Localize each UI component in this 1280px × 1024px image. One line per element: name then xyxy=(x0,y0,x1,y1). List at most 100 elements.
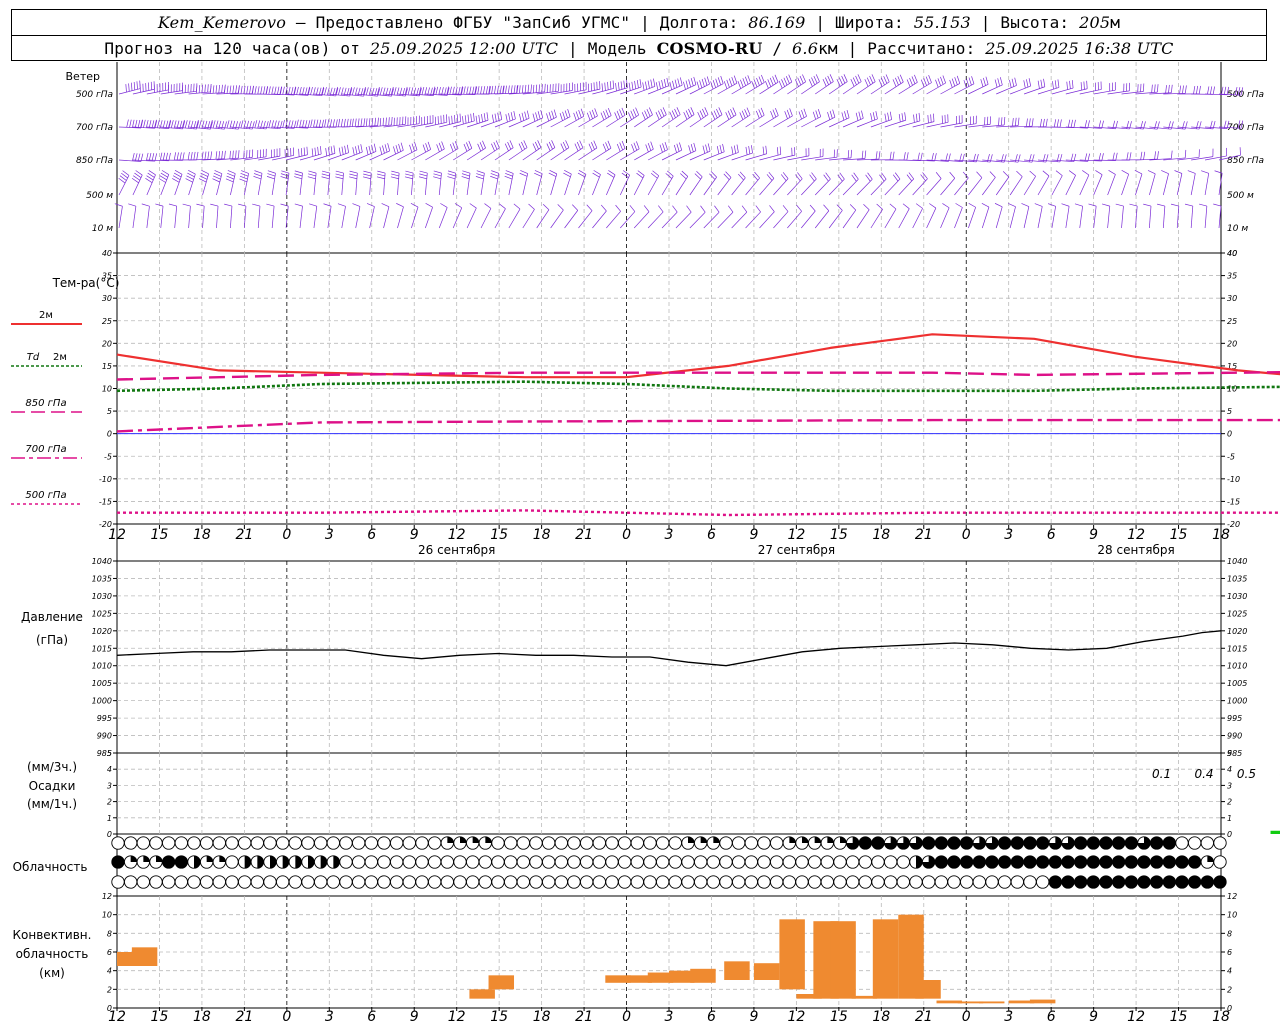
wind-barb-staff xyxy=(968,207,977,229)
precip-tick-right: 4 xyxy=(1227,765,1232,774)
wind-barb-flag xyxy=(823,204,830,211)
wind-barb-flag xyxy=(114,203,123,207)
cloud-cover-symbol xyxy=(402,875,416,889)
hour-label: 12 xyxy=(1127,527,1145,543)
wind-barb-flag xyxy=(325,147,328,157)
cloud-cover-symbol xyxy=(1162,836,1176,850)
wind-barb-flag xyxy=(604,82,606,91)
wind-barb-flag xyxy=(436,144,440,152)
wind-barb-flag xyxy=(530,84,532,93)
wind-barb-flag xyxy=(1095,170,1103,175)
cloud-cover-symbol xyxy=(706,855,720,869)
wind-barb-flag xyxy=(229,150,231,159)
wind-barb-flag xyxy=(509,140,514,148)
cloud-cover-symbol xyxy=(174,836,188,850)
wind-barb-flag xyxy=(673,144,677,153)
wind-barb-flag xyxy=(490,175,498,180)
cloud-cover-symbol xyxy=(440,875,454,889)
cloud-cover-symbol xyxy=(972,855,986,869)
wind-barb-flag xyxy=(715,78,719,87)
wind-barb-flag xyxy=(855,112,859,121)
wind-barb-flag xyxy=(174,170,183,175)
wind-barb-flag xyxy=(765,145,768,154)
cloud-cover-symbol xyxy=(364,875,378,889)
temp-tick-left: 10 xyxy=(102,385,112,394)
cloud-cover-symbol xyxy=(1074,875,1088,889)
wind-barb-flag xyxy=(1121,170,1129,175)
cloud-cover-fill xyxy=(333,855,340,869)
wind-barb-flag xyxy=(850,79,855,87)
temp-tick-left: 30 xyxy=(102,294,112,303)
wind-barb-flag xyxy=(484,203,492,209)
cloud-cover-symbol xyxy=(580,875,594,889)
wind-barb-flag xyxy=(496,85,499,94)
wind-barb-staff xyxy=(230,206,233,229)
cloud-cover-symbol xyxy=(757,855,771,869)
wind-barb-flag xyxy=(477,86,480,95)
wind-barb-flag xyxy=(349,118,352,127)
wind-barb-staff xyxy=(633,211,650,229)
wind-barb-flag xyxy=(133,81,136,90)
cloud-cover-symbol xyxy=(339,836,353,850)
cloud-cover-symbol xyxy=(1099,836,1113,850)
wind-barb-flag xyxy=(454,115,456,124)
wind-barb-flag xyxy=(690,107,695,115)
wind-barb-flag xyxy=(616,110,621,119)
cloud-cover-symbol xyxy=(618,836,632,850)
wind-barb-staff xyxy=(1162,173,1169,196)
cloud-cover-symbol xyxy=(896,875,910,889)
cloud-cover-symbol xyxy=(820,875,834,889)
conv-cloud-bar xyxy=(1029,999,1056,1004)
wind-barb-flag xyxy=(1213,203,1222,207)
wind-barb-flag xyxy=(338,118,341,127)
wind-barb-staff xyxy=(1009,176,1023,196)
pressure-tick-left: 1020 xyxy=(92,627,112,636)
wind-barb-flag xyxy=(981,203,990,208)
cloud-cover-symbol xyxy=(478,855,492,869)
wind-barb-flag xyxy=(1098,153,1101,161)
wind-barb-flag xyxy=(532,84,535,93)
cloud-cover-symbol xyxy=(896,855,910,869)
wind-barb-flag xyxy=(187,172,195,178)
wind-barb-flag xyxy=(162,152,166,161)
wind-barb-flag xyxy=(215,85,218,94)
wind-barb-flag xyxy=(746,107,751,116)
wind-barb-flag xyxy=(658,81,661,90)
cloud-cover-fill xyxy=(814,836,821,843)
wind-barb-flag xyxy=(679,142,683,151)
wind-barb-staff xyxy=(1107,174,1116,196)
wind-barb-flag xyxy=(616,143,621,152)
wind-barb-staff xyxy=(1079,174,1090,196)
wind-barb-flag xyxy=(702,145,706,154)
wind-barb-flag xyxy=(207,151,210,160)
conv-unit: (км) xyxy=(39,966,65,980)
wind-barb-staff xyxy=(926,207,937,229)
wind-barb-flag xyxy=(198,85,201,94)
wind-barb-flag xyxy=(324,119,327,128)
conv-cloud-bar xyxy=(872,919,899,999)
wind-barb-flag xyxy=(930,114,932,123)
hour-label-bottom: 9 xyxy=(410,1009,419,1024)
wind-barb-flag xyxy=(548,112,552,120)
pressure-tick-left: 1035 xyxy=(92,574,112,583)
hour-label-bottom: 12 xyxy=(1127,1009,1145,1024)
wind-barb-flag xyxy=(628,82,631,91)
wind-barb-flag xyxy=(327,119,330,128)
hour-label-bottom: 3 xyxy=(1004,1009,1013,1024)
wind-barb-flag xyxy=(456,114,459,123)
wind-barb-flag xyxy=(560,143,565,152)
wind-barb-flag xyxy=(1209,86,1213,95)
wind-barb-staff xyxy=(452,173,457,196)
pressure-tick-left: 1040 xyxy=(92,557,112,566)
wind-barb-flag xyxy=(176,152,179,161)
cloud-cover-symbol xyxy=(542,836,556,850)
wind-barb-staff xyxy=(355,206,361,229)
wind-barb-flag xyxy=(948,153,951,162)
precip-unit-top: (мм/3ч.) xyxy=(27,760,77,774)
wind-barb-flag xyxy=(690,144,694,152)
wind-barb-flag xyxy=(1080,82,1082,91)
wind-barb-flag xyxy=(196,151,199,160)
temp-tick-right: 30 xyxy=(1227,294,1237,303)
wind-barb-flag xyxy=(700,205,706,213)
wind-barb-flag xyxy=(915,113,918,122)
